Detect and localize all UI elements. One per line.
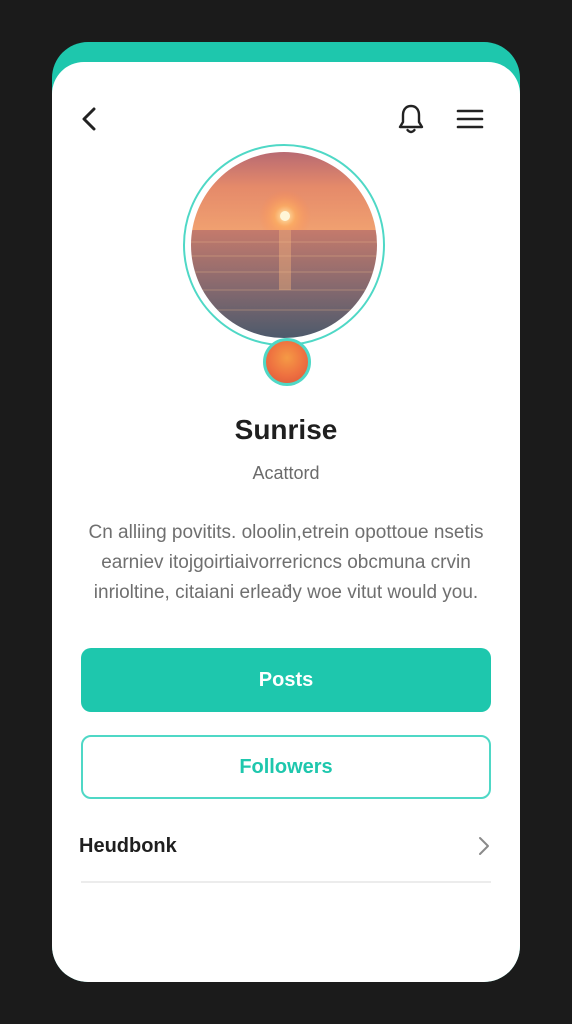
profile-card: Sunrise Acattord Cn alliing povitits. ol… [52,62,520,982]
posts-button[interactable]: Posts [81,648,491,712]
profile-handle: Acattord [252,463,320,483]
avatar-image [191,152,377,338]
bell-icon [398,104,424,134]
divider [81,881,491,883]
notifications-button[interactable] [391,99,431,139]
status-avatar [263,338,311,386]
list-item-label: Heudbonk [79,834,177,857]
menu-button[interactable] [450,99,490,139]
chevron-right-icon [479,837,489,855]
phone-frame: Sunrise Acattord Cn alliing povitits. ol… [52,42,520,982]
profile-bio: Cn alliing povitits. oloolin,etrein opot… [88,522,484,603]
followers-button[interactable]: Followers [81,735,491,799]
list-item[interactable]: Heudbonk [79,824,491,868]
profile-name: Sunrise [234,414,338,445]
hamburger-menu-icon [456,109,484,129]
avatar[interactable] [183,144,385,346]
chevron-left-icon [82,107,96,131]
back-button[interactable] [70,99,110,139]
